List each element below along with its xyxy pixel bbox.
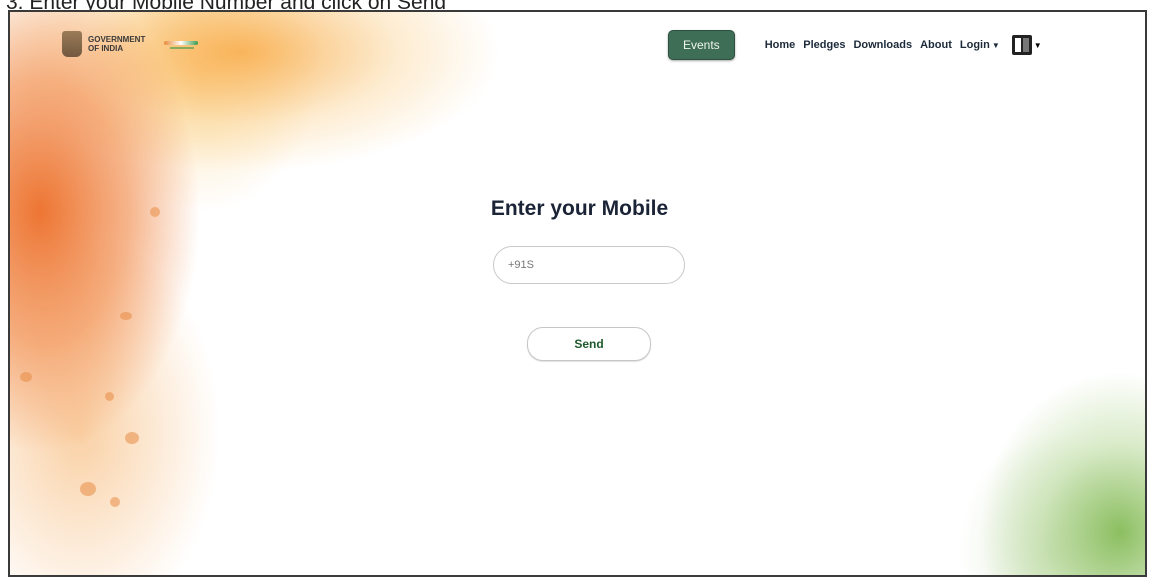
decorative-splatter xyxy=(120,312,132,320)
nav-login-label: Login xyxy=(959,39,990,51)
nav-login-dropdown[interactable]: Login ▼ xyxy=(960,39,1000,51)
language-icon xyxy=(1011,35,1032,55)
national-emblem-icon xyxy=(62,31,82,57)
page-title: Enter your Mobile xyxy=(490,197,669,220)
decorative-splatter xyxy=(125,432,139,444)
government-logo[interactable]: GOVERNMENT OF INDIA xyxy=(62,29,210,59)
tricolor-background xyxy=(10,12,1145,575)
caret-down-icon: ▼ xyxy=(991,41,1000,50)
nav-home[interactable]: Home xyxy=(765,39,796,51)
browser-page: GOVERNMENT OF INDIA Events Home Pledges … xyxy=(8,10,1147,577)
top-navigation: Events Home Pledges Downloads About Logi… xyxy=(668,30,1042,60)
campaign-logo-icon xyxy=(160,35,210,53)
logo-text: GOVERNMENT OF INDIA xyxy=(88,35,146,53)
mobile-number-input[interactable] xyxy=(493,246,685,284)
nav-downloads[interactable]: Downloads xyxy=(853,39,912,51)
nav-about[interactable]: About xyxy=(920,39,952,51)
nav-pledges[interactable]: Pledges xyxy=(803,39,845,51)
events-button[interactable]: Events xyxy=(668,30,735,60)
caret-down-icon: ▼ xyxy=(1033,40,1042,50)
decorative-splatter xyxy=(110,497,120,507)
decorative-splatter xyxy=(80,482,96,496)
send-button[interactable]: Send xyxy=(527,327,651,361)
language-selector[interactable]: ▼ xyxy=(1011,35,1042,55)
decorative-splatter xyxy=(20,372,32,382)
decorative-splatter xyxy=(105,392,114,401)
